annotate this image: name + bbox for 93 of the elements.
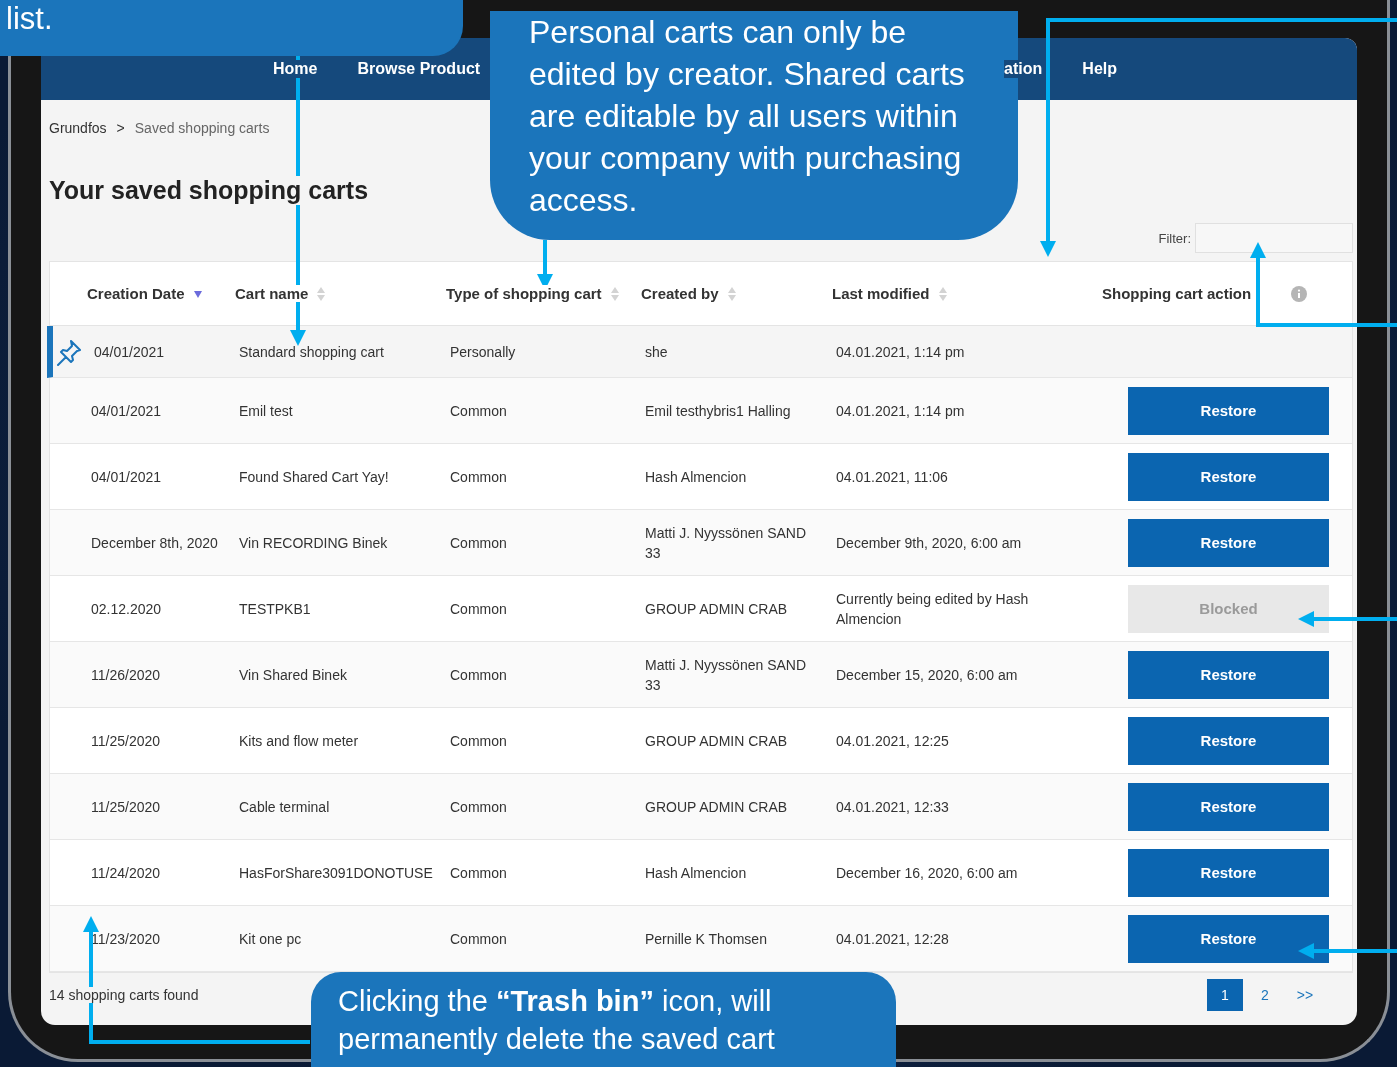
table-cell: 11/25/2020 (91, 798, 161, 815)
table-cell: Pernille K Thomsen (645, 930, 767, 947)
restore-button[interactable]: Restore (1128, 914, 1329, 963)
restore-button[interactable]: Restore (1128, 848, 1329, 897)
table-row[interactable]: 11/23/2020 Kit one pc Common Pernille K Thomsen 04.01.2021, 12:28 Restore (50, 906, 1352, 972)
table-cell-text: December 15, 2020, 6:00 am (836, 665, 1019, 685)
restore-button[interactable]: Restore (1128, 650, 1329, 699)
table-cell: Found Shared Cart Yay! (239, 468, 389, 485)
column-header[interactable]: Last modified (832, 285, 930, 302)
next-page-link[interactable]: >> (1287, 979, 1323, 1011)
table-cell: Hash Almencion (645, 864, 747, 881)
table-cell: Cable terminal (239, 798, 330, 815)
table-cell: Common (450, 732, 507, 749)
table-cell: HasForShare3091DONOTUSE (239, 864, 433, 881)
table-cell: TESTPKB1 (239, 600, 311, 617)
table-cell: Common (450, 600, 507, 617)
table-cell: Vin Shared Binek (239, 666, 347, 683)
info-icon[interactable] (1291, 285, 1308, 302)
table-cell: Emil test (239, 402, 293, 419)
callout-text: list. (6, 1, 53, 36)
results-count: 14 shopping carts found (49, 987, 199, 1003)
table-cell: Common (450, 798, 507, 815)
page-title: Your saved shopping carts (49, 176, 369, 205)
table-cell: Common (450, 402, 507, 419)
column-header[interactable]: Cart name (235, 285, 309, 302)
restore-button[interactable]: Restore (1128, 716, 1329, 765)
sort-icon[interactable] (937, 285, 948, 302)
table-cell: Standard shopping cart (239, 343, 384, 360)
table-cell: 11/26/2020 (91, 666, 161, 683)
filter-field[interactable] (1195, 223, 1353, 253)
table-row[interactable]: December 8th, 2020 Vin RECORDING Binek Common Matti J. Nyyssönen SAND 33 December 9th, 2020, 6:00 am Restore (50, 510, 1352, 576)
table-cell: she (645, 343, 668, 360)
table-row[interactable]: 11/25/2020 Cable terminal Common GROUP ADMIN CRAB 04.01.2021, 12:33 Restore (50, 774, 1352, 840)
nav-link[interactable]: ation (1004, 60, 1043, 78)
table-cell: Common (450, 534, 507, 551)
table-row[interactable]: 04/01/2021 Standard shopping cart Personally she 04.01.2021, 1:14 pm (47, 326, 1352, 378)
table-cell-text: 04.01.2021, 11:06 (836, 467, 949, 487)
table-cell: Matti J. Nyyssönen SAND 33 (645, 524, 807, 561)
restore-button[interactable]: Restore (1128, 782, 1329, 831)
table-cell: GROUP ADMIN CRAB (645, 600, 788, 617)
table-cell: GROUP ADMIN CRAB (645, 732, 788, 749)
table-cell-text: 04.01.2021, 1:14 pm (836, 401, 966, 421)
table-cell: GROUP ADMIN CRAB (645, 798, 788, 815)
table-cell-text: Currently being edited by Hash Almencion (836, 589, 1030, 629)
column-header[interactable]: Type of shopping cart (446, 285, 602, 302)
table-cell-text: 04.01.2021, 1:14 pm (836, 342, 966, 362)
table-cell: Vin RECORDING Binek (239, 534, 388, 551)
table-cell: 11/25/2020 (91, 732, 161, 749)
table-cell-text: 04.01.2021, 12:28 (836, 929, 950, 949)
sort-icon[interactable] (316, 285, 327, 302)
table-cell: Common (450, 468, 507, 485)
table-cell-text: 04.01.2021, 12:25 (836, 731, 950, 751)
callout-text: Clicking the “Trash bin” icon, will permanently delete the saved cart (338, 985, 775, 1055)
table-cell: Personally (450, 343, 516, 360)
restore-button[interactable]: Restore (1128, 386, 1329, 435)
table-cell-text: 04.01.2021, 12:33 (836, 797, 950, 817)
column-header[interactable]: Creation Date (87, 285, 185, 302)
table-row[interactable]: 04/01/2021 Emil test Common Emil testhybris1 Halling 04.01.2021, 1:14 pm Restore (50, 378, 1352, 444)
table-cell-text: December 16, 2020, 6:00 am (836, 863, 1019, 883)
page-link[interactable]: 2 (1247, 979, 1283, 1011)
column-header[interactable]: Shopping cart action (1102, 285, 1252, 302)
page-link[interactable]: 1 (1207, 979, 1243, 1011)
table-cell: Emil testhybris1 Halling (645, 402, 791, 419)
table-cell: December 8th, 2020 (91, 534, 218, 551)
breadcrumb-link[interactable]: Saved shopping carts (134, 120, 270, 136)
table-cell: Common (450, 666, 507, 683)
breadcrumb-link[interactable]: Grundfos (49, 120, 107, 136)
table-row[interactable]: 11/26/2020 Vin Shared Binek Common Matti J. Nyyssönen SAND 33 December 15, 2020, 6:00 am Restore (50, 642, 1352, 708)
table-cell: Hash Almencion (645, 468, 747, 485)
table-cell: Matti J. Nyyssönen SAND 33 (645, 656, 807, 693)
sort-icon[interactable] (609, 285, 620, 302)
restore-button[interactable]: Restore (1128, 518, 1329, 567)
sort-icon[interactable] (726, 285, 737, 302)
table-cell-text: December 9th, 2020, 6:00 am (836, 533, 1023, 553)
filter-label: Filter: (1158, 230, 1191, 246)
table-cell: 11/23/2020 (91, 930, 161, 947)
table-cell: 04/01/2021 (91, 402, 162, 419)
sort-descending-icon[interactable] (192, 288, 203, 299)
breadcrumb-separator: > (116, 120, 125, 136)
table-cell: Common (450, 930, 507, 947)
nav-link[interactable]: Help (1082, 60, 1117, 78)
table-cell: Kit one pc (239, 930, 302, 947)
pin-icon[interactable] (55, 337, 83, 366)
table-cell: 04/01/2021 (94, 343, 165, 360)
table-cell: Common (450, 864, 507, 881)
table-cell: Kits and flow meter (239, 732, 359, 749)
nav-link[interactable]: Home (273, 60, 318, 78)
table-cell: 04/01/2021 (91, 468, 162, 485)
table-cell: 02.12.2020 (91, 600, 162, 617)
restore-button[interactable]: Restore (1128, 452, 1329, 501)
table-cell: 11/24/2020 (91, 864, 161, 881)
callout-text: Personal carts can only be edited by creator. Shared carts are editable by all users within your company with purchasing access. (529, 14, 965, 218)
column-header[interactable]: Created by (641, 285, 719, 302)
